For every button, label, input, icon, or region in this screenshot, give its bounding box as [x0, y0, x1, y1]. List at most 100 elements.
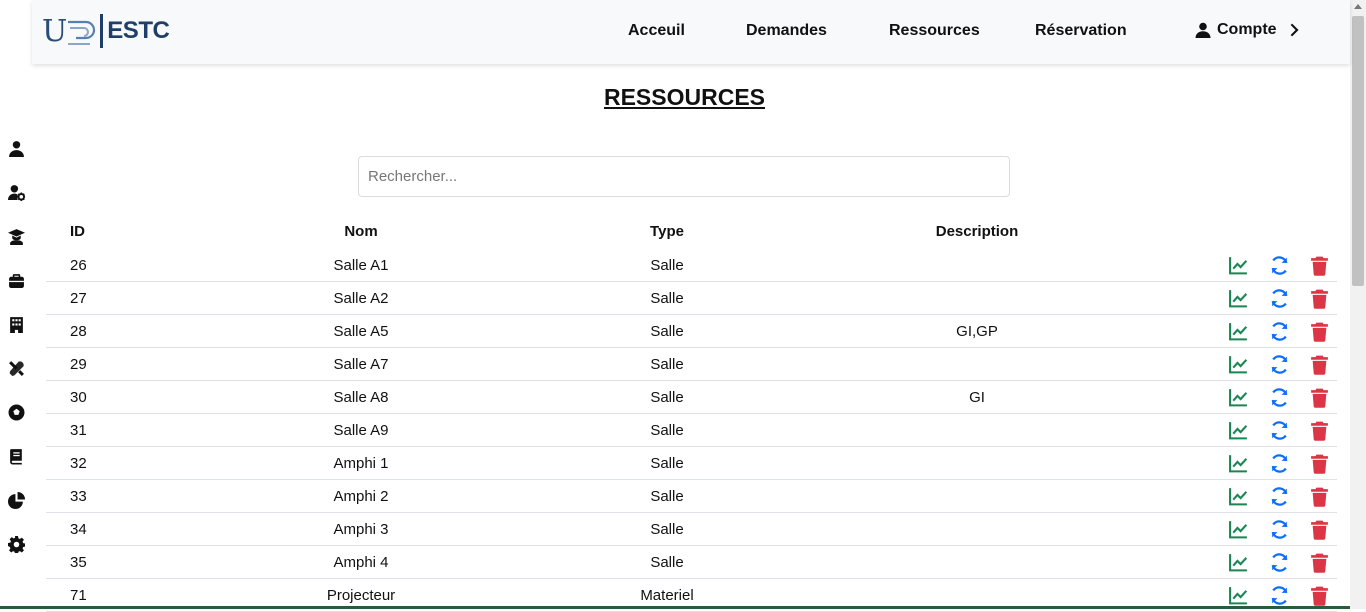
cell-nom: Amphi 3: [333, 520, 389, 538]
line-chart-icon: [1228, 256, 1247, 274]
logo[interactable]: U ESTC: [42, 12, 170, 50]
table-row: 26 Salle A1 Salle: [46, 249, 1337, 282]
stats-button[interactable]: [1227, 452, 1249, 474]
user-icon[interactable]: [6, 138, 26, 158]
cell-type: Salle: [650, 388, 684, 406]
scroll-up-arrow-icon[interactable]: [1354, 4, 1362, 9]
refresh-icon: [1271, 453, 1287, 473]
cell-type: Salle: [650, 355, 684, 373]
cell-id: 34: [70, 520, 87, 538]
stats-button[interactable]: [1227, 287, 1249, 309]
stats-button[interactable]: [1227, 353, 1249, 375]
table-row: 34 Amphi 3 Salle: [46, 513, 1337, 546]
cell-description: [877, 348, 1077, 380]
update-button[interactable]: [1268, 254, 1290, 276]
delete-button[interactable]: [1308, 353, 1330, 375]
line-chart-icon: [1228, 487, 1247, 505]
table-row: 27 Salle A2 Salle: [46, 282, 1337, 315]
trash-icon: [1310, 289, 1328, 309]
delete-button[interactable]: [1308, 254, 1330, 276]
book-icon[interactable]: [6, 446, 26, 466]
delete-button[interactable]: [1308, 386, 1330, 408]
update-button[interactable]: [1268, 419, 1290, 441]
trash-icon: [1310, 520, 1328, 540]
cell-id: 30: [70, 388, 87, 406]
update-button[interactable]: [1268, 551, 1290, 573]
stats-button[interactable]: [1227, 419, 1249, 441]
stats-button[interactable]: [1227, 551, 1249, 573]
stats-button[interactable]: [1227, 584, 1249, 606]
delete-button[interactable]: [1308, 518, 1330, 540]
page-scrollbar[interactable]: [1350, 0, 1366, 609]
nav-reservation[interactable]: Réservation: [1035, 22, 1127, 40]
cell-nom: Salle A8: [333, 388, 389, 406]
update-button[interactable]: [1268, 386, 1290, 408]
line-chart-icon: [1228, 421, 1247, 439]
line-chart-icon: [1228, 454, 1247, 472]
table-body: 26 Salle A1 Salle 27 Salle A2 Salle 28 S…: [46, 249, 1337, 612]
cell-description: [877, 282, 1077, 314]
user-icon: [1195, 22, 1211, 38]
nav-demandes[interactable]: Demandes: [746, 22, 827, 40]
update-button[interactable]: [1268, 452, 1290, 474]
nav-acceuil[interactable]: Acceuil: [628, 22, 685, 40]
briefcase-icon[interactable]: [6, 270, 26, 290]
tools-icon[interactable]: [6, 358, 26, 378]
delete-button[interactable]: [1308, 485, 1330, 507]
scroll-thumb[interactable]: [1352, 16, 1364, 286]
trash-icon: [1310, 388, 1328, 408]
cell-type: Salle: [650, 454, 684, 472]
line-chart-icon: [1228, 388, 1247, 406]
nav-ressources[interactable]: Ressources: [889, 22, 980, 40]
row-actions: [1226, 315, 1330, 347]
gear-icon[interactable]: [6, 534, 26, 554]
stats-button[interactable]: [1227, 386, 1249, 408]
line-chart-icon: [1228, 553, 1247, 571]
refresh-icon: [1271, 486, 1287, 506]
stats-button[interactable]: [1227, 518, 1249, 540]
graduate-icon[interactable]: [6, 226, 26, 246]
update-button[interactable]: [1268, 518, 1290, 540]
stats-button[interactable]: [1227, 485, 1249, 507]
update-button[interactable]: [1268, 287, 1290, 309]
cell-nom: Salle A2: [333, 289, 389, 307]
line-chart-icon: [1228, 355, 1247, 373]
refresh-icon: [1271, 585, 1287, 605]
trash-icon: [1310, 355, 1328, 375]
user-gear-icon[interactable]: [6, 182, 26, 202]
logo-divider: [100, 14, 104, 48]
update-button[interactable]: [1268, 584, 1290, 606]
top-navbar: U ESTC Acceuil Demandes Ressources Réser…: [32, 0, 1350, 64]
trash-icon: [1310, 553, 1328, 573]
update-button[interactable]: [1268, 485, 1290, 507]
cell-type: Salle: [650, 553, 684, 571]
stats-button[interactable]: [1227, 254, 1249, 276]
soccer-ball-icon[interactable]: [6, 402, 26, 422]
line-chart-icon: [1228, 586, 1247, 604]
delete-button[interactable]: [1308, 320, 1330, 342]
building-icon[interactable]: [6, 314, 26, 334]
delete-button[interactable]: [1308, 419, 1330, 441]
line-chart-icon: [1228, 322, 1247, 340]
header-id: ID: [70, 222, 85, 240]
account-menu[interactable]: Compte: [1195, 21, 1301, 39]
cell-nom: Salle A7: [333, 355, 389, 373]
update-button[interactable]: [1268, 320, 1290, 342]
delete-button[interactable]: [1308, 287, 1330, 309]
delete-button[interactable]: [1308, 584, 1330, 606]
trash-icon: [1310, 586, 1328, 606]
row-actions: [1226, 282, 1330, 314]
stats-button[interactable]: [1227, 320, 1249, 342]
cell-type: Salle: [650, 520, 684, 538]
row-actions: [1226, 546, 1330, 578]
update-button[interactable]: [1268, 353, 1290, 375]
delete-button[interactable]: [1308, 452, 1330, 474]
delete-button[interactable]: [1308, 551, 1330, 573]
search-input[interactable]: [358, 156, 1010, 197]
header-description: Description: [935, 222, 1019, 240]
cell-description: [877, 480, 1077, 512]
cell-description: GI: [969, 388, 985, 406]
cell-nom: Salle A9: [333, 421, 389, 439]
pie-chart-icon[interactable]: [6, 490, 26, 510]
resources-table: ID Nom Type Description 26 Salle A1 Sall…: [46, 213, 1337, 612]
